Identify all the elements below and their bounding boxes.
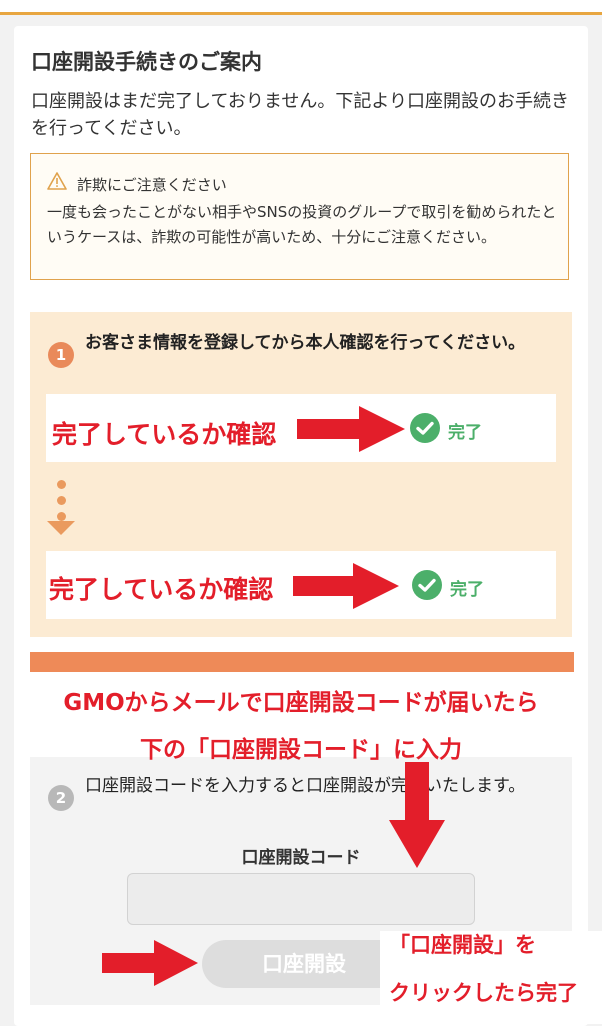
red-arrow-down	[389, 762, 445, 868]
annotation-line-2: 下の「口座開設コード」に入力	[140, 737, 462, 763]
step1-number: 1	[48, 342, 74, 368]
check-circle-icon	[412, 570, 442, 600]
annotation-line-1: GMOからメールで口座開設コードが届いたら	[63, 690, 539, 716]
step1-text: お客さま情報を登録してから本人確認を行ってください。	[85, 333, 526, 353]
warning-title: 詐欺にご注意ください	[77, 176, 227, 194]
annotation-click-2: クリックしたら完了	[389, 981, 578, 1005]
red-arrow	[102, 940, 198, 986]
annotation-confirm-2: 完了しているか確認	[49, 575, 274, 604]
account-code-input[interactable]	[127, 873, 475, 925]
warning-body: 一度も会ったことがない相手やSNSの投資のグループで取引を勧められたというケース…	[47, 203, 557, 246]
top-bar	[0, 0, 602, 15]
step2-number: 2	[48, 785, 74, 811]
account-code-label: 口座開設コード	[241, 848, 361, 868]
page-title: 口座開設手続きのご案内	[31, 50, 262, 74]
step2-text: 口座開設コードを入力すると口座開設が完了いたします。	[85, 776, 526, 796]
page-description: 口座開設はまだ完了しておりません。下記より口座開設のお手続きを行ってください。	[31, 91, 570, 139]
annotation-confirm-1: 完了しているか確認	[52, 420, 277, 449]
status-done-label: 完了	[448, 423, 482, 443]
annotation-click-1: 「口座開設」を	[389, 933, 536, 957]
orange-divider-band	[30, 652, 574, 672]
down-triangle-icon	[47, 521, 75, 535]
check-circle-icon	[410, 413, 440, 443]
red-arrow	[297, 406, 405, 452]
fraud-warning-box: 詐欺にご注意ください 一度も会ったことがない相手やSNSの投資のグループで取引を…	[30, 153, 569, 280]
warning-icon	[47, 172, 67, 190]
red-arrow	[293, 563, 399, 609]
open-account-button[interactable]: 口座開設	[202, 940, 406, 988]
status-done-label: 完了	[450, 580, 484, 600]
